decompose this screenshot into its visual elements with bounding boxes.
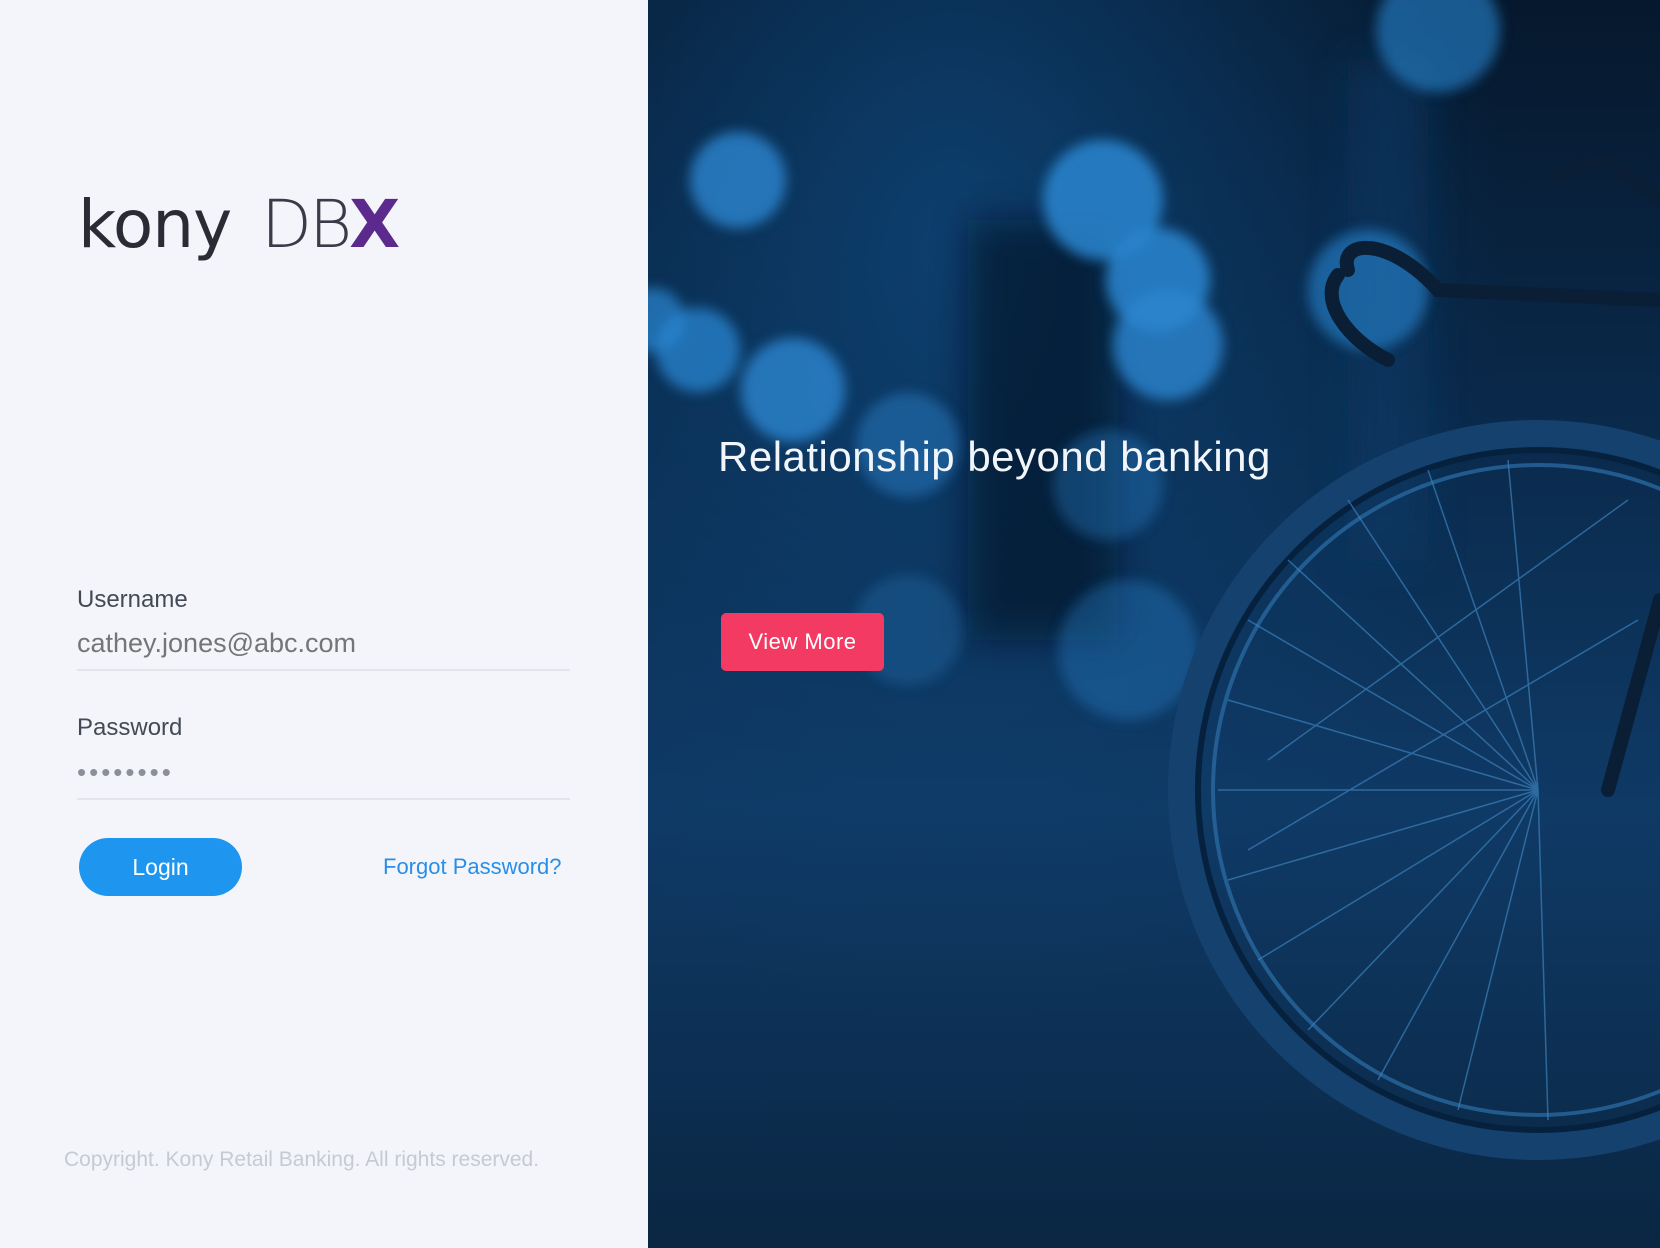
password-label: Password	[77, 714, 183, 741]
copyright-text: Copyright. Kony Retail Banking. All righ…	[64, 1148, 540, 1171]
logo-dbx-text: DBX	[261, 186, 400, 263]
brand-logo: kony DBX	[78, 186, 400, 263]
username-label: Username	[77, 586, 188, 613]
hero-panel: Relationship beyond banking View More	[648, 0, 1660, 1248]
logo-x-part: X	[349, 186, 400, 263]
login-panel: kony DBX Username Password Login Forgot …	[0, 0, 648, 1248]
forgot-password-link[interactable]: Forgot Password?	[383, 854, 562, 880]
password-input[interactable]	[77, 757, 570, 800]
logo-kony-text: kony	[78, 186, 232, 263]
login-button[interactable]: Login	[79, 838, 242, 896]
logo-db-part: DB	[261, 186, 352, 263]
username-input[interactable]	[77, 628, 570, 671]
login-screen: kony DBX Username Password Login Forgot …	[0, 0, 1660, 1248]
view-more-button[interactable]: View More	[721, 613, 884, 671]
hero-tagline: Relationship beyond banking	[718, 433, 1271, 480]
